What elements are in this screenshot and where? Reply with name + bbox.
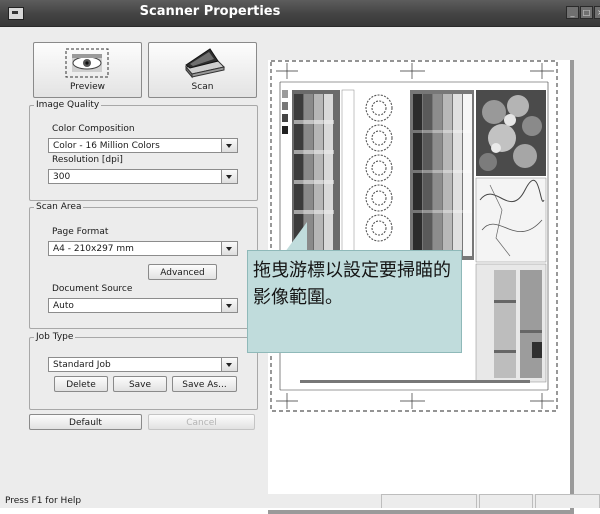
help-callout: 拖曳游標以設定要掃瞄的影像範圍。 (247, 250, 462, 353)
callout-text: 拖曳游標以設定要掃瞄的影像範圍。 (253, 260, 451, 308)
preview-eye-icon (65, 48, 109, 78)
resolution-value: 300 (53, 172, 71, 182)
image-quality-legend: Image Quality (36, 100, 100, 110)
job-type-value: Standard Job (53, 360, 111, 370)
document-source-label: Document Source (52, 284, 133, 294)
scan-area-legend: Scan Area (36, 202, 82, 212)
scan-button[interactable]: Scan (148, 42, 257, 98)
callout-pointer (285, 222, 307, 252)
minimize-button[interactable]: _ (566, 6, 579, 19)
color-composition-value: Color - 16 Million Colors (53, 141, 160, 151)
status-pane (381, 494, 477, 508)
status-bar: Press F1 for Help (0, 494, 600, 508)
chevron-down-icon[interactable] (221, 139, 237, 152)
document-source-select[interactable]: Auto (48, 298, 238, 313)
scanner-app-icon[interactable] (8, 7, 24, 20)
color-composition-label: Color Composition (52, 124, 135, 134)
advanced-button[interactable]: Advanced (148, 264, 217, 280)
maximize-button[interactable]: □ (580, 6, 593, 19)
scanner-icon (185, 48, 226, 79)
title-bar: Scanner Properties _ □ × (0, 0, 600, 27)
page-format-select[interactable]: A4 - 210x297 mm (48, 241, 238, 256)
scanned-page-preview[interactable] (270, 60, 558, 412)
cancel-button[interactable]: Cancel (148, 414, 255, 430)
save-as-button[interactable]: Save As... (172, 376, 237, 392)
preview-button[interactable]: Preview (33, 42, 142, 98)
status-pane (479, 494, 533, 508)
save-button[interactable]: Save (113, 376, 167, 392)
resolution-label: Resolution [dpi] (52, 155, 123, 165)
page-format-value: A4 - 210x297 mm (53, 244, 134, 254)
delete-button[interactable]: Delete (54, 376, 108, 392)
job-type-select[interactable]: Standard Job (48, 357, 238, 372)
chevron-down-icon[interactable] (221, 299, 237, 312)
window-title: Scanner Properties (139, 4, 281, 19)
status-help-text: Press F1 for Help (5, 496, 82, 506)
chevron-down-icon[interactable] (221, 242, 237, 255)
close-button[interactable]: × (594, 6, 600, 19)
chevron-down-icon[interactable] (221, 170, 237, 183)
job-type-legend: Job Type (36, 332, 74, 342)
resolution-select[interactable]: 300 (48, 169, 238, 184)
page-format-label: Page Format (52, 227, 109, 237)
chevron-down-icon[interactable] (221, 358, 237, 371)
scan-button-label: Scan (191, 82, 214, 92)
color-composition-select[interactable]: Color - 16 Million Colors (48, 138, 238, 153)
status-pane (535, 494, 600, 508)
preview-button-label: Preview (69, 82, 106, 92)
default-button[interactable]: Default (29, 414, 142, 430)
document-source-value: Auto (53, 301, 74, 311)
